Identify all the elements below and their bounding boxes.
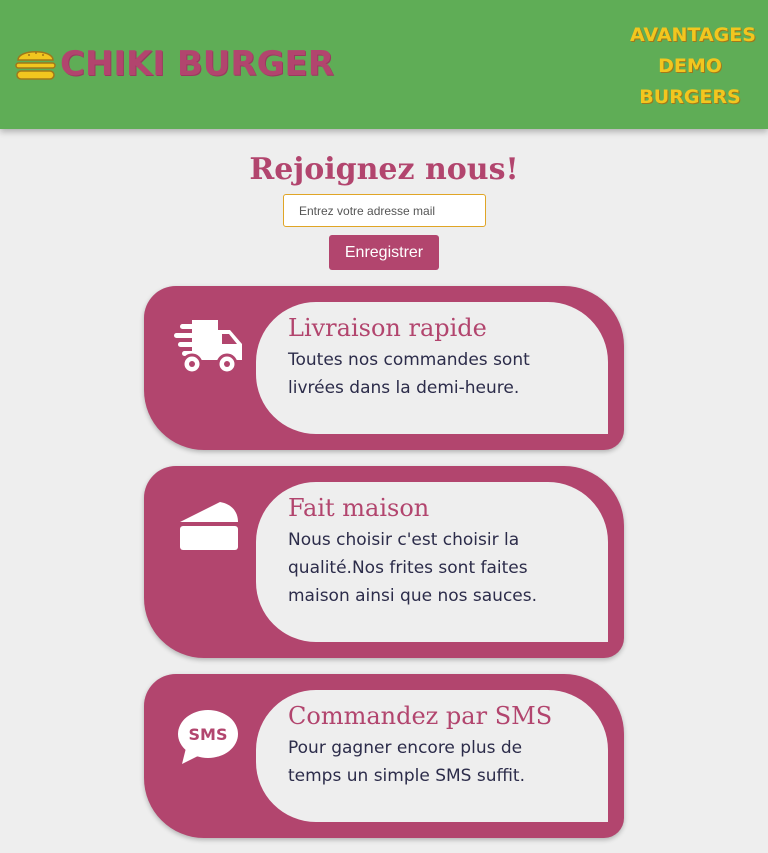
delivery-truck-icon — [174, 320, 242, 375]
sms-bubble-icon: SMS — [178, 710, 238, 764]
nav-link-burgers[interactable]: BURGERS — [630, 82, 750, 113]
feature-card-sms: SMS Commandez par SMS Pour gagner encore… — [144, 674, 624, 838]
cake-slice-icon — [180, 502, 238, 550]
email-field[interactable] — [283, 194, 486, 227]
feature-title: Fait maison — [288, 494, 430, 522]
feature-text: Nous choisir c'est choisir la qualité.No… — [288, 530, 538, 606]
logo[interactable]: CHIKI BURGER — [14, 44, 334, 84]
feature-text: Pour gagner encore plus de temps un simp… — [288, 738, 525, 786]
feature-card-body: Fait maison Nous choisir c'est choisir l… — [256, 482, 608, 642]
svg-text:SMS: SMS — [189, 725, 228, 744]
feature-card-body: Livraison rapide Toutes nos commandes so… — [256, 302, 608, 434]
feature-card-body: Commandez par SMS Pour gagner encore plu… — [256, 690, 608, 822]
site-header: CHIKI BURGER AVANTAGES DEMO BURGERS — [0, 0, 768, 129]
nav-link-avantages[interactable]: AVANTAGES — [630, 20, 756, 51]
burger-icon — [15, 51, 56, 80]
feature-card-homemade: Fait maison Nous choisir c'est choisir l… — [144, 466, 624, 658]
register-button[interactable]: Enregistrer — [329, 235, 439, 270]
newsletter-title: Rejoignez nous! — [249, 152, 519, 187]
main-nav: AVANTAGES DEMO BURGERS — [630, 20, 756, 113]
feature-title: Commandez par SMS — [288, 702, 553, 730]
nav-link-demo[interactable]: DEMO — [630, 51, 750, 82]
brand-name: CHIKI BURGER — [60, 44, 334, 84]
newsletter-section: Rejoignez nous! — [0, 150, 768, 190]
feature-card-delivery: Livraison rapide Toutes nos commandes so… — [144, 286, 624, 450]
feature-title: Livraison rapide — [288, 314, 487, 342]
feature-text: Toutes nos commandes sont livrées dans l… — [288, 350, 530, 398]
